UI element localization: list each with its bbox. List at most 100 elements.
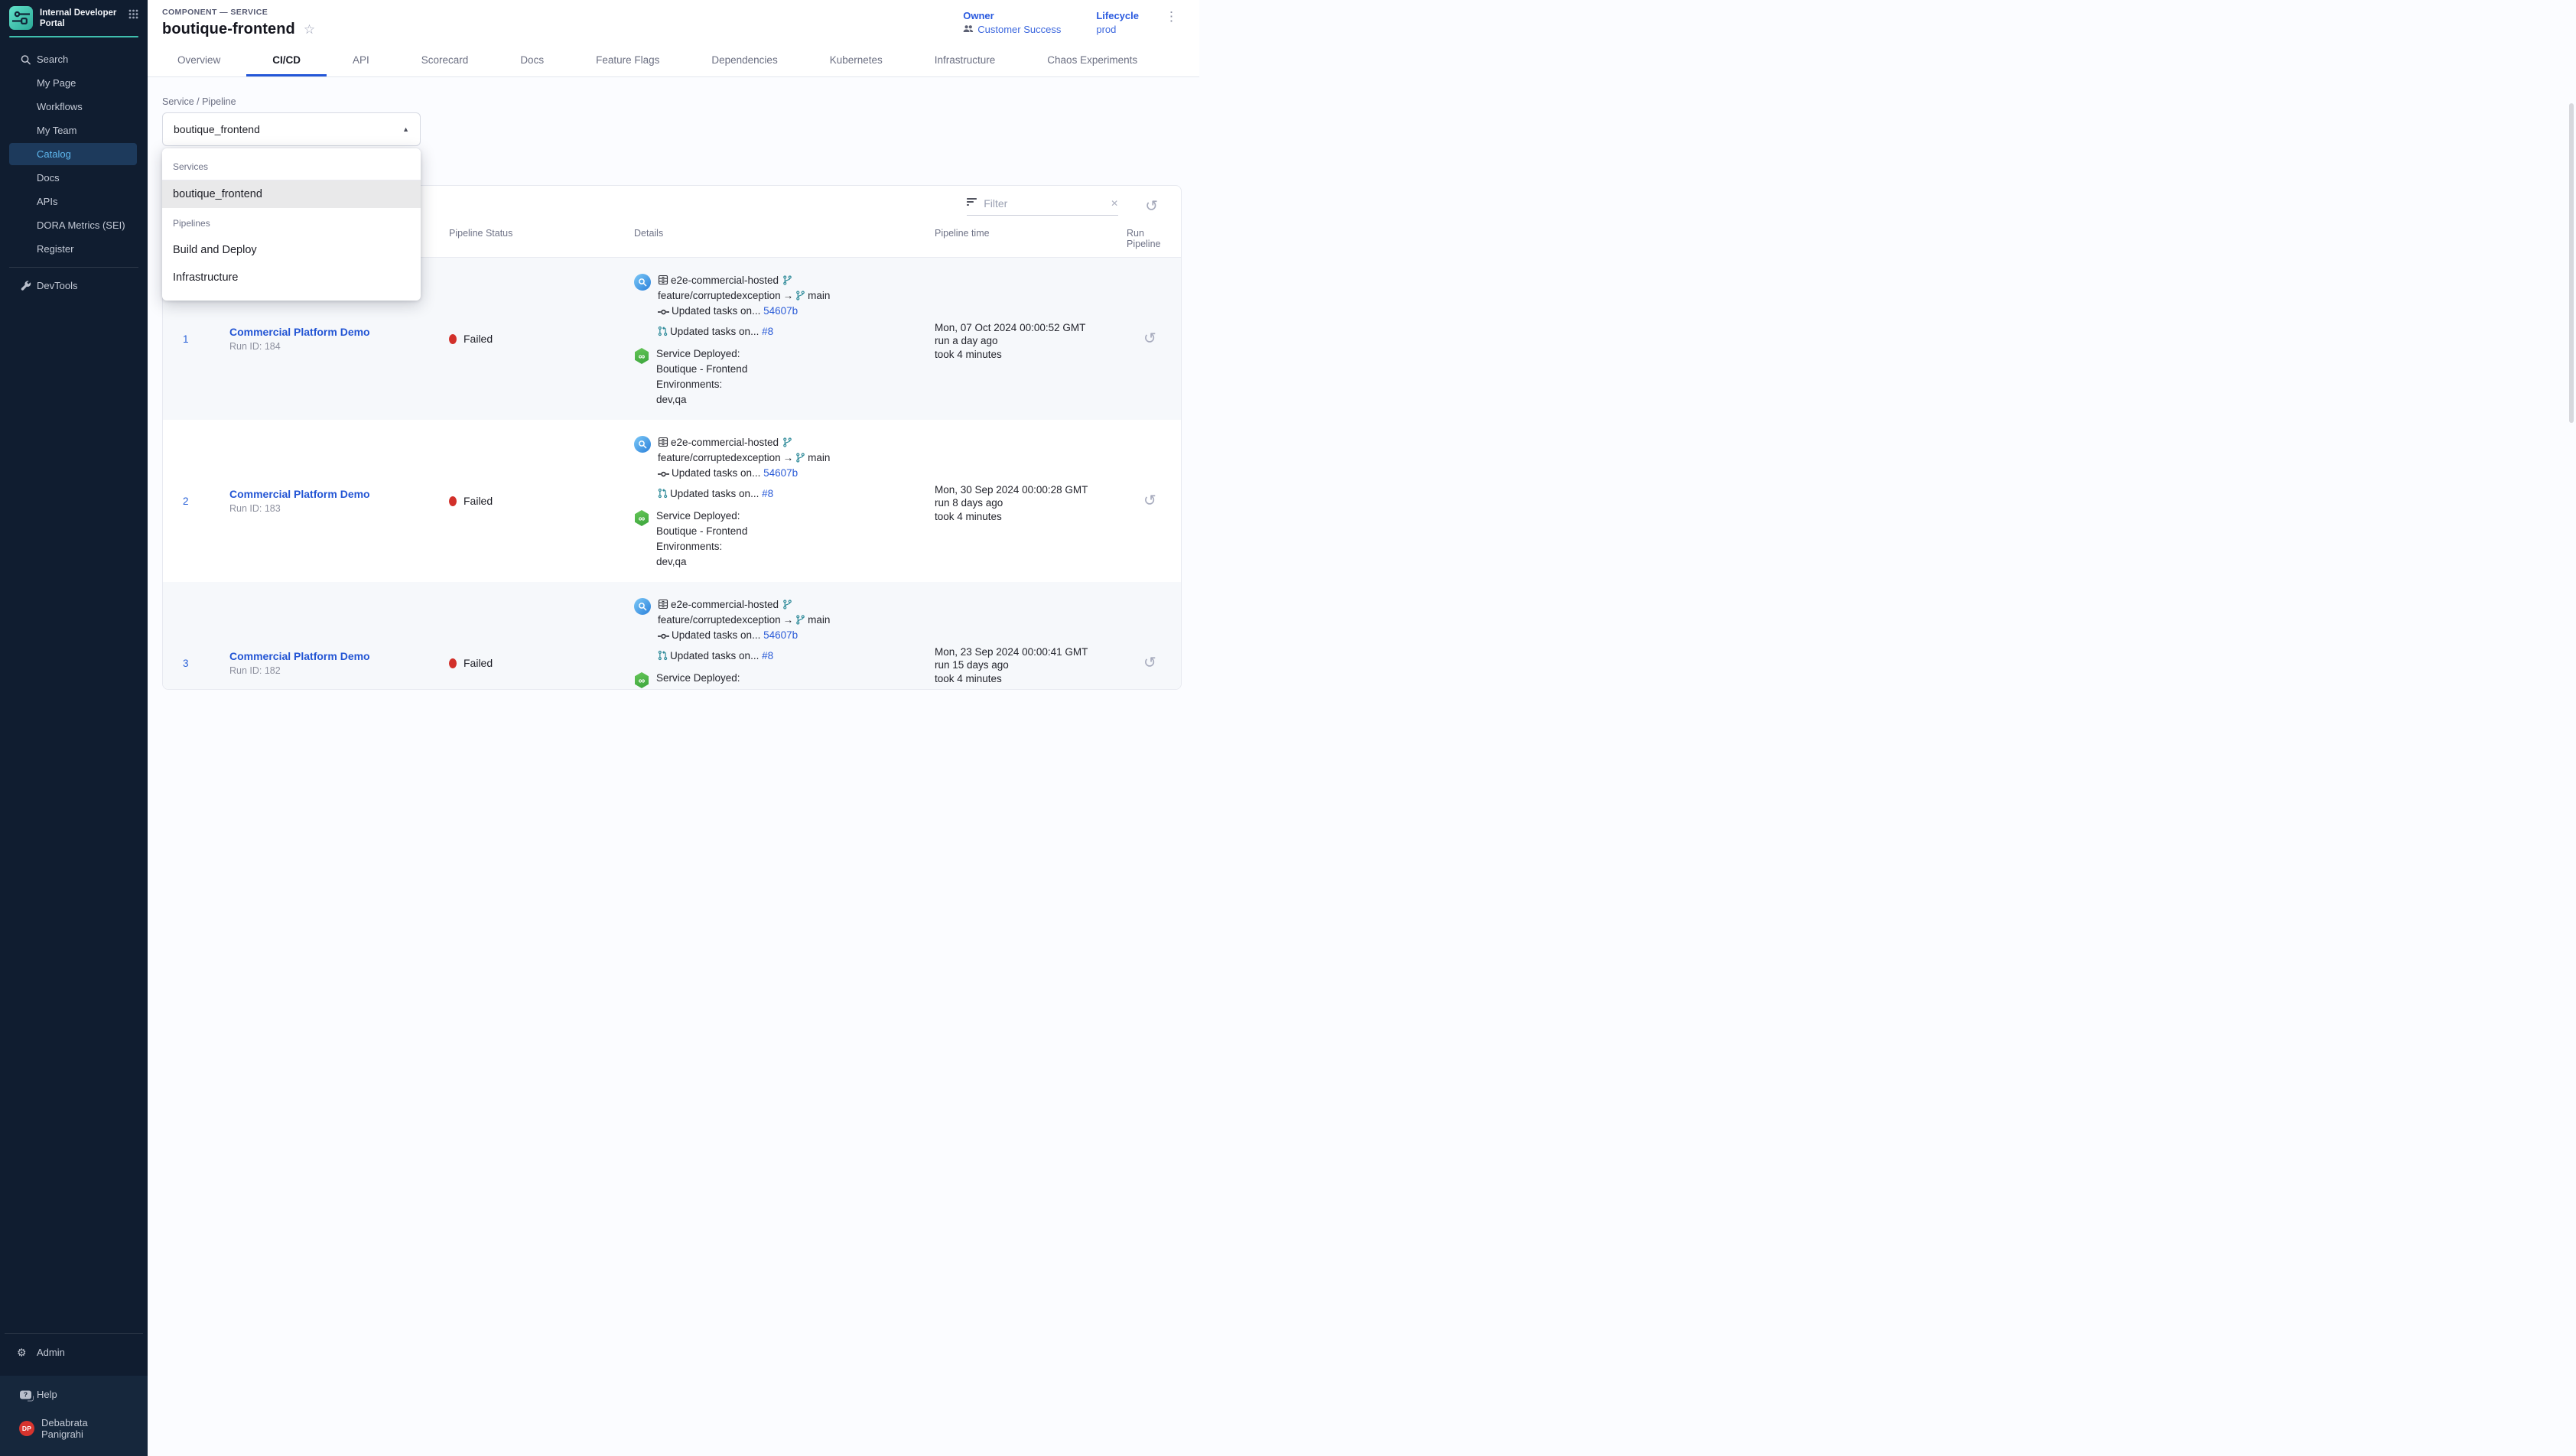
sidebar-item-search[interactable]: Search — [9, 48, 137, 70]
deployed-label: Service Deployed: — [656, 348, 740, 359]
page-title: boutique-frontend — [162, 21, 295, 38]
commit-link[interactable]: 54607b — [763, 467, 798, 479]
failed-status-dot — [449, 496, 457, 506]
tab-overview[interactable]: Overview — [151, 47, 246, 76]
git-branch-icon — [782, 600, 792, 609]
sidebar-item-help[interactable]: Help — [9, 1383, 137, 1406]
status-cell: Failed — [449, 258, 634, 420]
tab-feature-flags[interactable]: Feature Flags — [570, 47, 685, 76]
pipeline-time-cell: Mon, 23 Sep 2024 00:00:41 GMT run 15 day… — [935, 582, 1127, 690]
rerun-pipeline-icon[interactable]: ↺ — [1143, 493, 1156, 509]
sidebar-item-dora-metrics[interactable]: DORA Metrics (SEI) — [9, 214, 137, 236]
dropdown-item-boutique-frontend[interactable]: boutique_frontend — [162, 180, 421, 208]
environments-label: Environments: — [656, 379, 722, 390]
dropdown-item-build-and-deploy[interactable]: Build and Deploy — [162, 236, 421, 264]
tab-scorecard[interactable]: Scorecard — [395, 47, 495, 76]
run-duration: took 4 minutes — [935, 672, 1127, 686]
pipeline-select-value: boutique_frontend — [174, 123, 260, 135]
branch-to[interactable]: main — [808, 290, 830, 301]
arrow-right: → — [783, 290, 794, 301]
commit-message: Updated tasks on... — [672, 305, 760, 317]
sidebar-item-label: Workflows — [37, 101, 83, 112]
branch-to[interactable]: main — [808, 614, 830, 626]
run-duration: took 4 minutes — [935, 510, 1127, 524]
commit-link[interactable]: 54607b — [763, 629, 798, 641]
branch-to[interactable]: main — [808, 452, 830, 463]
pr-link[interactable]: #8 — [762, 650, 773, 661]
tab-chaos-experiments[interactable]: Chaos Experiments — [1021, 47, 1163, 76]
sidebar-item-catalog[interactable]: Catalog — [9, 143, 137, 165]
deployed-label: Service Deployed: — [656, 672, 740, 684]
sidebar-item-label: Register — [37, 243, 73, 255]
pipeline-select[interactable]: boutique_frontend ▲ — [162, 112, 421, 146]
details-cell: e2e-commercial-hosted feature/corruptede… — [634, 420, 935, 582]
git-branch-icon — [795, 453, 805, 463]
commit-link[interactable]: 54607b — [763, 305, 798, 317]
pipeline-time-cell: Mon, 30 Sep 2024 00:00:28 GMT run 8 days… — [935, 420, 1127, 582]
tab-api[interactable]: API — [327, 47, 395, 76]
clear-filter-icon[interactable]: ✕ — [1111, 198, 1118, 209]
sidebar-item-devtools[interactable]: DevTools — [9, 275, 137, 297]
tab-dependencies[interactable]: Dependencies — [685, 47, 803, 76]
sidebar-item-workflows[interactable]: Workflows — [9, 96, 137, 118]
owner-link[interactable]: Customer Success — [977, 24, 1061, 35]
sidebar-item-apis[interactable]: APIs — [9, 190, 137, 213]
sidebar-spacer — [0, 298, 148, 1333]
tab-infrastructure[interactable]: Infrastructure — [909, 47, 1022, 76]
run-ago: run a day ago — [935, 334, 1127, 348]
run-pipeline-cell: ↺ — [1127, 420, 1182, 582]
breadcrumb: COMPONENT — SERVICE — [162, 8, 315, 17]
filter-field[interactable]: ✕ — [967, 197, 1118, 216]
branch-from[interactable]: feature/corruptedexception — [658, 290, 781, 301]
branch-from[interactable]: feature/corruptedexception — [658, 452, 781, 463]
cicd-content: Service / Pipeline boutique_frontend ▲ S… — [148, 77, 1199, 690]
run-id: Run ID: 184 — [229, 341, 370, 352]
entity-tabs: Overview CI/CD API Scorecard Docs Featur… — [148, 47, 1199, 76]
sidebar-item-admin[interactable]: ⚙ Admin — [9, 1341, 137, 1363]
sidebar-item-my-team[interactable]: My Team — [9, 119, 137, 141]
sidebar-divider — [5, 1333, 143, 1334]
run-timestamp: Mon, 30 Sep 2024 00:00:28 GMT — [935, 483, 1127, 497]
status-cell: Failed — [449, 582, 634, 690]
sidebar-item-docs[interactable]: Docs — [9, 167, 137, 189]
run-id: Run ID: 182 — [229, 665, 370, 676]
tab-cicd[interactable]: CI/CD — [246, 47, 327, 76]
deployed-service: Boutique - Frontend — [656, 363, 747, 375]
lifecycle-value: prod — [1096, 24, 1116, 35]
repo-name[interactable]: e2e-commercial-hosted — [671, 275, 779, 286]
sidebar-footer: Help DP Debabrata Panigrahi — [0, 1376, 148, 1456]
git-branch-icon — [795, 291, 805, 301]
lifecycle-label: Lifecycle — [1096, 10, 1139, 21]
ci-module-icon — [634, 598, 651, 615]
rerun-pipeline-icon[interactable]: ↺ — [1143, 655, 1156, 671]
pipeline-name-link[interactable]: Commercial Platform Demo — [229, 488, 370, 500]
user-menu[interactable]: DP Debabrata Panigrahi — [9, 1412, 137, 1445]
rerun-pipeline-icon[interactable]: ↺ — [1143, 331, 1156, 346]
refresh-table-icon[interactable]: ↺ — [1145, 199, 1158, 214]
row-index: 2 — [163, 420, 229, 582]
branch-from[interactable]: feature/corruptedexception — [658, 614, 781, 626]
pr-link[interactable]: #8 — [762, 326, 773, 337]
sidebar-item-register[interactable]: Register — [9, 238, 137, 260]
tab-docs[interactable]: Docs — [494, 47, 570, 76]
kebab-menu-icon[interactable]: ⋮ — [1163, 10, 1179, 35]
repo-name[interactable]: e2e-commercial-hosted — [671, 437, 779, 448]
vertical-scrollbar[interactable] — [2569, 103, 2574, 423]
wrench-icon — [20, 280, 31, 291]
pipeline-name-link[interactable]: Commercial Platform Demo — [229, 650, 370, 662]
favorite-star-icon[interactable]: ☆ — [304, 23, 315, 36]
deployed-service: Boutique - Frontend — [656, 525, 747, 537]
apps-grid-icon[interactable] — [128, 9, 138, 23]
sidebar-item-label: Admin — [37, 1347, 65, 1358]
repo-name[interactable]: e2e-commercial-hosted — [671, 599, 779, 610]
sidebar-item-label: My Page — [37, 77, 76, 89]
dropdown-item-infrastructure[interactable]: Infrastructure — [162, 264, 421, 291]
pipeline-name-link[interactable]: Commercial Platform Demo — [229, 326, 370, 338]
commit-message: Updated tasks on... — [672, 629, 760, 641]
pr-link[interactable]: #8 — [762, 488, 773, 499]
run-ago: run 8 days ago — [935, 496, 1127, 510]
filter-input[interactable] — [984, 197, 1104, 210]
tab-kubernetes[interactable]: Kubernetes — [804, 47, 909, 76]
environments-value: dev,qa — [656, 556, 687, 567]
sidebar-item-my-page[interactable]: My Page — [9, 72, 137, 94]
